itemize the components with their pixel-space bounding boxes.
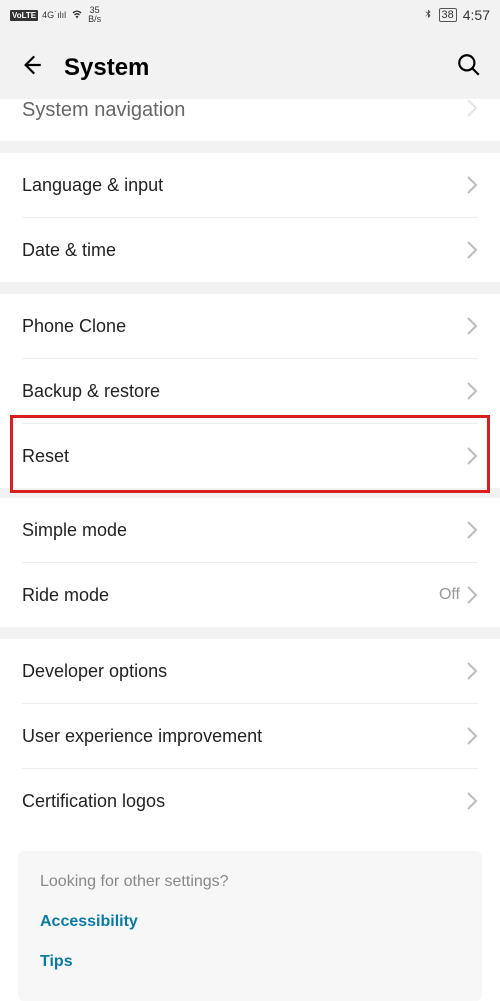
net-speed: 35 B/s — [88, 6, 101, 24]
clock: 4:57 — [463, 7, 490, 23]
chevron-right-icon — [466, 792, 478, 810]
network-icon: 4G˙ılıl — [42, 10, 66, 20]
status-bar: VoLTE 4G˙ılıl 35 B/s 38 4:57 — [0, 0, 500, 30]
chevron-right-icon — [466, 241, 478, 259]
bluetooth-icon — [423, 7, 433, 24]
footer-card: Looking for other settings? Accessibilit… — [18, 851, 482, 1001]
item-certification-logos[interactable]: Certification logos — [0, 769, 500, 833]
link-tips[interactable]: Tips — [40, 953, 460, 971]
header: System — [0, 30, 500, 105]
volte-badge: VoLTE — [10, 10, 38, 21]
item-backup-restore[interactable]: Backup & restore — [0, 359, 500, 423]
item-phone-clone[interactable]: Phone Clone — [0, 294, 500, 358]
link-accessibility[interactable]: Accessibility — [40, 913, 460, 931]
item-language-input[interactable]: Language & input — [0, 153, 500, 217]
chevron-right-icon — [466, 99, 478, 117]
chevron-right-icon — [466, 176, 478, 194]
chevron-right-icon — [466, 662, 478, 680]
chevron-right-icon — [466, 727, 478, 745]
item-date-time[interactable]: Date & time — [0, 218, 500, 282]
item-ride-mode[interactable]: Ride mode Off — [0, 563, 500, 627]
ride-mode-value: Off — [439, 586, 460, 604]
wifi-icon — [70, 8, 84, 23]
chevron-right-icon — [466, 382, 478, 400]
item-user-experience[interactable]: User experience improvement — [0, 704, 500, 768]
chevron-right-icon — [466, 447, 478, 465]
chevron-right-icon — [466, 586, 478, 604]
page-title: System — [64, 54, 436, 82]
back-icon[interactable] — [18, 52, 44, 83]
item-simple-mode[interactable]: Simple mode — [0, 498, 500, 562]
battery-icon: 38 — [439, 8, 457, 22]
item-reset[interactable]: Reset — [0, 424, 500, 488]
chevron-right-icon — [466, 521, 478, 539]
footer-heading: Looking for other settings? — [40, 873, 460, 891]
item-system-navigation[interactable]: System navigation — [0, 99, 500, 141]
chevron-right-icon — [466, 317, 478, 335]
item-developer-options[interactable]: Developer options — [0, 639, 500, 703]
search-icon[interactable] — [456, 52, 482, 83]
